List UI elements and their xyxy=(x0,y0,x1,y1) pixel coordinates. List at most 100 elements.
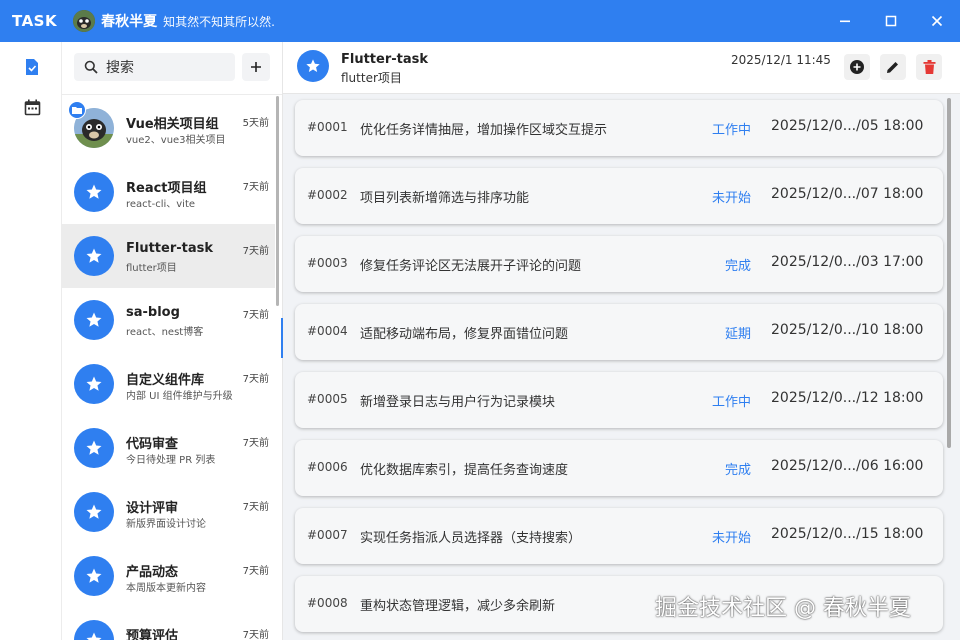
task-card[interactable]: #0005 新增登录日志与用户行为记录模块 工作中 2025/12/0.../1… xyxy=(295,372,943,428)
task-id: #0008 xyxy=(307,596,348,610)
project-time: 7天前 xyxy=(242,182,269,193)
project-time: 7天前 xyxy=(242,502,269,513)
task-id: #0001 xyxy=(307,120,348,134)
project-subtitle: 内部 UI 组件维护与升级 xyxy=(126,391,233,402)
task-date: 2025/12/0.../06 16:00 xyxy=(771,458,924,474)
star-icon xyxy=(74,620,114,640)
task-card[interactable]: #0006 优化数据库索引，提高任务查询速度 完成 2025/12/0.../0… xyxy=(295,440,943,496)
nav-rail xyxy=(0,42,62,640)
project-time: 7天前 xyxy=(242,566,269,577)
task-status: 工作中 xyxy=(711,123,751,138)
task-title: 实现任务指派人员选择器（支持搜索） xyxy=(360,531,582,546)
project-item[interactable]: sa-blog react、nest博客 7天前 xyxy=(62,288,275,352)
task-title: 优化数据库索引，提高任务查询速度 xyxy=(360,463,569,478)
task-id: #0003 xyxy=(307,256,348,270)
task-detail-panel: Flutter-task flutter项目 2025/12/1 11:45 #… xyxy=(283,42,960,640)
project-time: 7天前 xyxy=(242,438,269,449)
add-project-button[interactable] xyxy=(242,53,270,81)
task-list-scrollbar[interactable] xyxy=(947,98,951,448)
user-motto: 知其然不知其所以然. xyxy=(163,14,275,29)
project-time: 7天前 xyxy=(242,310,269,321)
star-icon xyxy=(74,556,114,596)
project-item[interactable]: Vue相关项目组 vue2、vue3相关项目 5天前 xyxy=(62,96,275,160)
project-subtitle: react-cli、vite xyxy=(126,199,196,210)
project-item[interactable]: 预算评估 7天前 xyxy=(62,608,275,640)
task-id: #0007 xyxy=(307,528,348,542)
project-title: sa-blog xyxy=(126,305,180,320)
nav-tasks[interactable] xyxy=(23,58,41,76)
project-avatar xyxy=(68,101,114,148)
star-icon xyxy=(74,492,114,532)
maximize-icon xyxy=(885,15,897,27)
divider xyxy=(62,94,282,95)
project-item-selected[interactable]: Flutter-task flutter项目 7天前 xyxy=(62,224,275,288)
project-item[interactable]: 产品动态 本周版本更新内容 7天前 xyxy=(62,544,275,608)
task-status: 未开始 xyxy=(711,191,751,206)
task-title: 重构状态管理逻辑，减少多余刷新 xyxy=(360,599,556,614)
project-title: 代码审查 xyxy=(126,437,179,452)
star-icon xyxy=(74,236,114,276)
project-list: Vue相关项目组 vue2、vue3相关项目 5天前 React项目组 reac… xyxy=(62,96,275,640)
detail-title: Flutter-task xyxy=(341,52,429,67)
title-bar: TASK 春秋半夏 知其然不知其所以然. xyxy=(0,0,960,42)
delete-project-button[interactable] xyxy=(916,54,942,80)
trash-icon xyxy=(923,60,935,74)
task-date: 2025/12/0.../05 18:00 xyxy=(771,118,924,134)
task-status: 工作中 xyxy=(711,395,751,410)
task-card[interactable]: #0003 修复任务评论区无法展开子评论的问题 完成 2025/12/0.../… xyxy=(295,236,943,292)
project-title: 产品动态 xyxy=(126,565,179,580)
task-status: 未开始 xyxy=(711,531,751,546)
project-title: React项目组 xyxy=(126,181,207,196)
task-date: 2025/12/0.../07 18:00 xyxy=(771,186,924,202)
search-input[interactable]: 搜索 xyxy=(74,53,235,81)
calendar-icon xyxy=(24,99,40,115)
project-time: 7天前 xyxy=(242,374,269,385)
user-avatar[interactable] xyxy=(73,10,96,32)
project-title: 预算评估 xyxy=(126,629,179,640)
project-time: 7天前 xyxy=(242,246,269,257)
project-list-panel: 搜索 Vue相关项目组 vue2、vue3相关项目 5天前 React项目组 r… xyxy=(62,42,283,640)
app-name: TASK xyxy=(12,12,58,30)
project-item[interactable]: React项目组 react-cli、vite 7天前 xyxy=(62,160,275,224)
star-icon xyxy=(74,428,114,468)
minimize-icon xyxy=(840,20,850,23)
close-window-button[interactable] xyxy=(914,0,960,42)
task-card[interactable]: #0002 项目列表新增筛选与排序功能 未开始 2025/12/0.../07 … xyxy=(295,168,943,224)
task-card[interactable]: #0004 适配移动端布局，修复界面错位问题 延期 2025/12/0.../1… xyxy=(295,304,943,360)
project-subtitle: 本周版本更新内容 xyxy=(126,583,206,594)
list-scrollbar[interactable] xyxy=(276,96,279,306)
task-date: 2025/12/0.../12 18:00 xyxy=(771,390,924,406)
project-time: 5天前 xyxy=(242,118,269,129)
plus-icon xyxy=(251,62,261,72)
task-date: 2025/12/0.../15 18:00 xyxy=(771,526,924,542)
task-title: 修复任务评论区无法展开子评论的问题 xyxy=(360,259,582,274)
nav-calendar[interactable] xyxy=(23,98,41,116)
task-title: 优化任务详情抽屉，增加操作区域交互提示 xyxy=(360,123,608,138)
project-subtitle: flutter项目 xyxy=(126,263,177,274)
task-card[interactable]: #0001 优化任务详情抽屉，增加操作区域交互提示 工作中 2025/12/0.… xyxy=(295,100,943,156)
add-circle-icon xyxy=(850,60,864,74)
star-icon xyxy=(74,300,114,340)
project-item[interactable]: 设计评审 新版界面设计讨论 7天前 xyxy=(62,480,275,544)
add-task-button[interactable] xyxy=(844,54,870,80)
close-icon xyxy=(931,15,943,27)
search-icon xyxy=(84,60,98,74)
project-subtitle: 今日待处理 PR 列表 xyxy=(126,455,216,466)
maximize-button[interactable] xyxy=(868,0,914,42)
project-time: 7天前 xyxy=(242,630,269,640)
project-subtitle: react、nest博客 xyxy=(126,327,204,338)
task-title: 新增登录日志与用户行为记录模块 xyxy=(360,395,556,410)
task-card[interactable]: #0007 实现任务指派人员选择器（支持搜索） 未开始 2025/12/0...… xyxy=(295,508,943,564)
detail-subtitle: flutter项目 xyxy=(341,71,402,85)
search-placeholder: 搜索 xyxy=(106,60,134,76)
project-item[interactable]: 代码审查 今日待处理 PR 列表 7天前 xyxy=(62,416,275,480)
task-status: 延期 xyxy=(724,327,751,342)
edit-project-button[interactable] xyxy=(880,54,906,80)
minimize-button[interactable] xyxy=(822,0,868,42)
project-item[interactable]: 自定义组件库 内部 UI 组件维护与升级 7天前 xyxy=(62,352,275,416)
folder-badge-icon xyxy=(68,101,86,119)
task-title: 适配移动端布局，修复界面错位问题 xyxy=(360,327,569,342)
detail-date: 2025/12/1 11:45 xyxy=(731,53,831,67)
task-date: 2025/12/0.../10 18:00 xyxy=(771,322,924,338)
task-id: #0005 xyxy=(307,392,348,406)
